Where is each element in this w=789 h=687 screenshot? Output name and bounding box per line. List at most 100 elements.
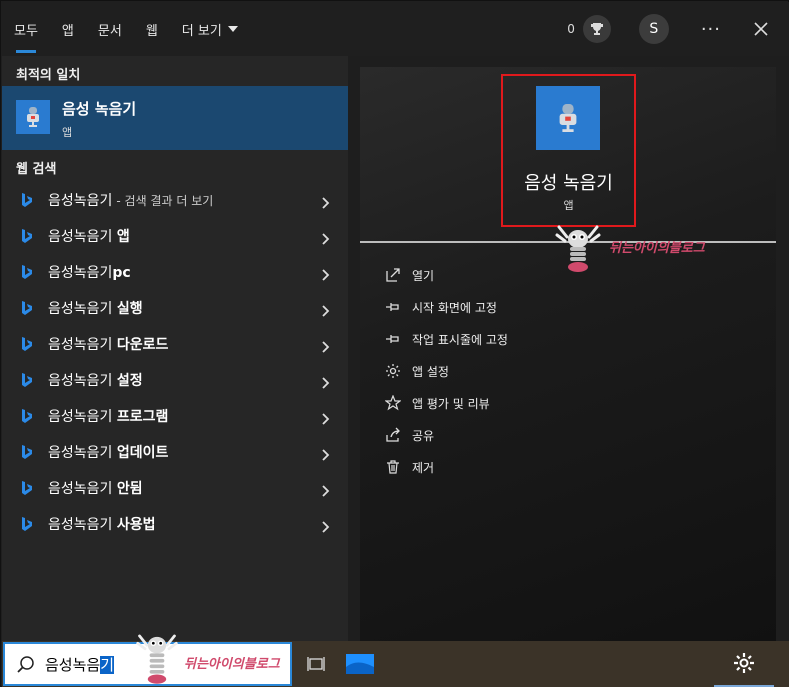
action-uninstall[interactable]: 제거 [384,451,508,483]
tab-apps[interactable]: 앱 [50,2,86,56]
web-search-item[interactable]: 음성녹음기 다운로드 [2,326,348,362]
bing-icon [18,516,34,532]
star-icon [384,394,402,412]
action-pin-start[interactable]: 시작 화면에 고정 [384,291,508,323]
action-label: 시작 화면에 고정 [412,300,497,315]
pin-icon [384,330,402,348]
open-icon [384,266,402,284]
search-window: 모두 앱 문서 웹 더 보기 0 S ··· 최적의 일치 음성 녹음기 앱 웹… [0,0,789,687]
web-search-query: 음성녹음기 업데이트 [48,442,168,462]
action-label: 앱 설정 [412,364,449,379]
chevron-right-icon [322,302,330,321]
chevron-right-icon [322,230,330,249]
web-search-item[interactable]: 음성녹음기 앱 [2,218,348,254]
query-suffix: - 검색 결과 더 보기 [116,193,214,208]
chevron-right-icon [322,482,330,501]
web-search-item[interactable]: 음성녹음기 사용법 [2,506,348,542]
action-app-settings[interactable]: 앱 설정 [384,355,508,387]
chevron-right-icon [322,338,330,357]
query-prefix: 음성녹음기 [48,301,117,317]
highlight-box [501,74,636,227]
chevron-right-icon [322,374,330,393]
query-bold: 앱 [116,229,130,245]
action-label: 제거 [412,460,435,475]
query-prefix: 음성녹음기 [48,193,113,209]
avatar[interactable]: S [638,14,669,44]
chevron-right-icon [322,266,330,285]
desktop-window-icon[interactable] [342,649,378,679]
action-open[interactable]: 열기 [384,259,508,291]
task-view-icon[interactable] [302,651,330,677]
bing-icon [18,336,34,352]
best-match-name: 음성 녹음기 [62,100,137,118]
settings-button[interactable] [714,641,774,687]
bing-icon [18,192,34,208]
web-search-query: 음성녹음기pc [48,262,131,282]
bing-icon [18,480,34,496]
search-value-selection: 기 [100,655,115,674]
web-search-item[interactable]: 음성녹음기 업데이트 [2,434,348,470]
top-bar: 모두 앱 문서 웹 더 보기 0 S ··· [2,2,789,56]
best-match-item[interactable]: 음성 녹음기 앱 [2,86,348,150]
query-prefix: 음성녹음기 [48,517,117,533]
gear-icon [384,362,402,380]
web-search-item[interactable]: 음성녹음기 - 검색 결과 더 보기 [2,182,348,218]
share-icon [384,426,402,444]
query-bold: 안뒴 [116,481,143,497]
query-bold: pc [112,265,131,281]
action-rate-review[interactable]: 앱 평가 및 리뷰 [384,387,508,419]
bing-icon [18,372,34,388]
web-search-list: 음성녹음기 - 검색 결과 더 보기 음성녹음기 앱 음성녹음기pc 음성녹음기 … [2,182,348,542]
web-search-item[interactable]: 음성녹음기 실행 [2,290,348,326]
web-search-item[interactable]: 음성녹음기 설정 [2,362,348,398]
taskbar: 음성녹음기 뒤는아이의블로그 [2,634,789,687]
web-search-item[interactable]: 음성녹음기pc [2,254,348,290]
action-label: 앱 평가 및 리뷰 [412,396,490,411]
bing-icon [18,444,34,460]
query-bold: 다운로드 [116,337,169,353]
best-match-type: 앱 [62,126,73,139]
trash-icon [384,458,402,476]
web-search-query: 음성녹음기 실행 [48,298,143,318]
bing-icon [18,228,34,244]
query-prefix: 음성녹음기 [48,445,117,461]
tab-documents[interactable]: 문서 [86,2,134,56]
web-search-item[interactable]: 음성녹음기 프로그램 [2,398,348,434]
tab-more[interactable]: 더 보기 [170,2,250,56]
action-label: 열기 [412,268,435,283]
close-icon[interactable] [741,9,781,49]
action-share[interactable]: 공유 [384,419,508,451]
web-search-item[interactable]: 음성녹음기 안뒴 [2,470,348,506]
rewards-trophy-icon[interactable] [582,15,611,43]
query-bold: 업데이트 [116,445,169,461]
bing-icon [18,408,34,424]
web-search-query: 음성녹음기 다운로드 [48,334,168,354]
mascot-icon [134,629,180,687]
tab-label: 웹 [145,23,158,39]
web-search-query: 음성녹음기 앱 [48,226,130,246]
tab-web[interactable]: 웹 [134,2,170,56]
watermark-text: 뒤는아이의블로그 [609,241,705,256]
query-bold: 사용법 [116,517,156,533]
web-search-query: 음성녹음기 프로그램 [48,406,168,426]
query-prefix: 음성녹음기 [48,373,117,389]
pin-icon [384,298,402,316]
search-icon [17,655,35,673]
query-prefix: 음성녹음기 [48,481,117,497]
query-prefix: 음성녹음기 [48,229,117,245]
best-match-heading: 최적의 일치 [16,68,81,83]
bing-icon [18,300,34,316]
tab-all[interactable]: 모두 [2,2,50,56]
search-value: 음성녹음기 [45,654,115,675]
query-bold: 프로그램 [116,409,169,425]
tab-label: 문서 [97,23,122,39]
action-label: 공유 [412,428,435,443]
tab-label: 모두 [14,23,38,39]
gear-icon [734,653,754,673]
header-actions: 0 S ··· [567,2,789,56]
action-list: 열기 시작 화면에 고정 작업 표시줄에 고정 앱 설정 앱 평가 및 리뷰 공… [384,259,508,483]
action-pin-taskbar[interactable]: 작업 표시줄에 고정 [384,323,508,355]
chevron-right-icon [322,194,330,213]
avatar-letter: S [649,21,659,37]
more-options-icon[interactable]: ··· [701,19,721,40]
